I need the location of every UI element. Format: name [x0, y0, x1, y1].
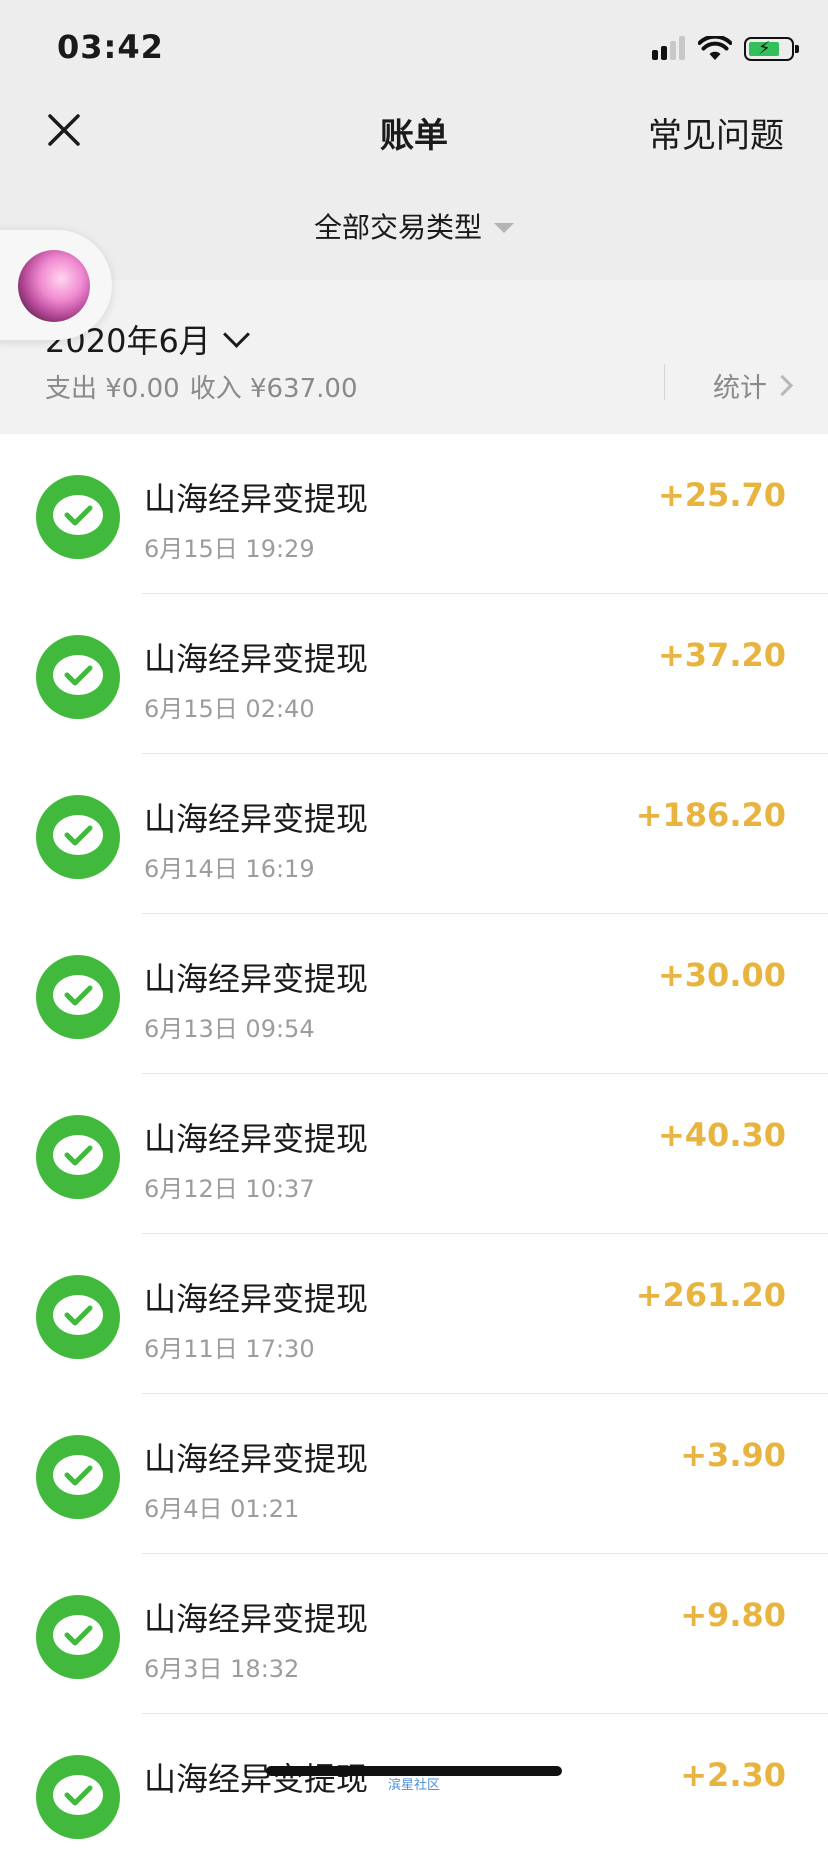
transaction-title: 山海经异变提现 [144, 1280, 369, 1318]
transaction-amount: +2.30 [680, 1756, 786, 1794]
stats-button[interactable]: 统计 [713, 366, 794, 405]
wechat-pay-icon [36, 1115, 120, 1199]
transaction-amount: +37.20 [657, 636, 786, 674]
faq-button[interactable]: 常见问题 [648, 108, 784, 157]
transaction-list: 山海经异变提现 6月15日 19:29 +25.70 山海经异变提现 6月15日… [0, 434, 828, 1874]
wifi-icon [698, 36, 732, 60]
chevron-right-icon [771, 374, 794, 397]
transaction-time: 6月15日 19:29 [144, 535, 315, 563]
transaction-time: 6月14日 16:19 [144, 855, 315, 883]
transaction-time: 6月13日 09:54 [144, 1015, 315, 1043]
status-icons: ⚡ [652, 34, 799, 64]
transaction-amount: +25.70 [657, 476, 786, 514]
floating-window-avatar[interactable] [0, 230, 112, 340]
wechat-pay-icon [36, 635, 120, 719]
transaction-amount: +9.80 [680, 1596, 786, 1634]
divider [664, 364, 665, 400]
transaction-title: 山海经异变提现 [144, 640, 369, 678]
transaction-row[interactable]: 山海经异变提现 6月15日 02:40 +37.20 [0, 594, 828, 754]
transaction-time: 6月4日 01:21 [144, 1495, 300, 1523]
wechat-pay-icon [36, 475, 120, 559]
wechat-pay-icon [36, 1595, 120, 1679]
battery-icon: ⚡ [744, 37, 799, 61]
chevron-down-icon [222, 320, 250, 348]
transaction-title: 山海经异变提现 [144, 1120, 369, 1158]
transaction-title: 山海经异变提现 [144, 1760, 369, 1798]
transaction-amount: +261.20 [635, 1276, 786, 1314]
watermark: 滨星社区 [388, 1778, 441, 1793]
transaction-amount: +3.90 [680, 1436, 786, 1474]
transaction-amount: +40.30 [657, 1116, 786, 1154]
transaction-row[interactable]: 山海经异变提现 6月4日 01:21 +3.90 [0, 1394, 828, 1554]
transaction-title: 山海经异变提现 [144, 960, 369, 998]
transaction-amount: +30.00 [657, 956, 786, 994]
wechat-pay-icon [36, 1755, 120, 1839]
wechat-pay-icon [36, 1435, 120, 1519]
month-summary-section: 2020年6月 支出 ¥0.00 收入 ¥637.00 统计 [0, 280, 828, 434]
transaction-title: 山海经异变提现 [144, 1440, 369, 1478]
transaction-time: 6月3日 18:32 [144, 1655, 300, 1683]
transaction-title: 山海经异变提现 [144, 800, 369, 838]
transaction-row[interactable]: 山海经异变提现 6月15日 19:29 +25.70 [0, 434, 828, 594]
transaction-amount: +186.20 [635, 796, 786, 834]
header-area: 03:42 ⚡ 账单 常见问题 全部交易类型 2020年6月 支出 ¥0.00 … [0, 0, 828, 434]
wechat-pay-icon [36, 955, 120, 1039]
cellular-signal-icon [652, 36, 686, 62]
transaction-row[interactable]: 山海经异变提现 +2.30 [0, 1714, 828, 1874]
transaction-row[interactable]: 山海经异变提现 6月12日 10:37 +40.30 [0, 1074, 828, 1234]
transaction-row[interactable]: 山海经异变提现 6月3日 18:32 +9.80 [0, 1554, 828, 1714]
stats-label: 统计 [713, 373, 767, 404]
income-total: 收入 ¥637.00 [189, 374, 358, 404]
status-time: 03:42 [57, 28, 164, 66]
transaction-row[interactable]: 山海经异变提现 6月14日 16:19 +186.20 [0, 754, 828, 914]
transaction-title: 山海经异变提现 [144, 480, 369, 518]
transaction-row[interactable]: 山海经异变提现 6月13日 09:54 +30.00 [0, 914, 828, 1074]
transaction-time: 6月15日 02:40 [144, 695, 315, 723]
transaction-type-filter[interactable]: 全部交易类型 [0, 206, 828, 246]
wechat-pay-icon [36, 795, 120, 879]
wechat-pay-icon [36, 1275, 120, 1359]
transaction-row[interactable]: 山海经异变提现 6月11日 17:30 +261.20 [0, 1234, 828, 1394]
month-totals: 支出 ¥0.00 收入 ¥637.00 [45, 368, 358, 405]
avatar [18, 250, 90, 322]
transaction-title: 山海经异变提现 [144, 1600, 369, 1638]
transaction-time: 6月11日 17:30 [144, 1335, 315, 1363]
expense-total: 支出 ¥0.00 [45, 374, 180, 404]
filter-label: 全部交易类型 [313, 211, 482, 244]
close-button[interactable] [44, 110, 84, 150]
caret-down-icon [494, 223, 514, 233]
transaction-time: 6月12日 10:37 [144, 1175, 315, 1203]
